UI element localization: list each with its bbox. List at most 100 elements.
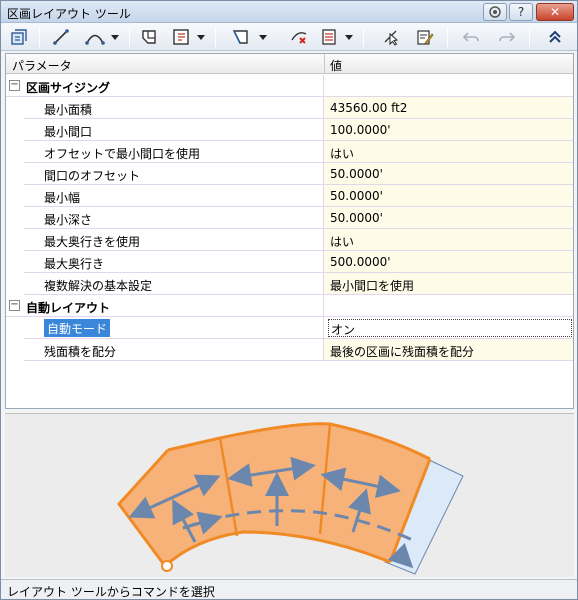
property-value-cell[interactable]: はい <box>324 141 573 163</box>
group-row-auto-layout[interactable]: − 自動レイアウト <box>6 295 573 317</box>
property-name: オフセットで最小間口を使用 <box>44 147 201 161</box>
property-name-cell: 最大奥行き <box>24 251 324 273</box>
property-value[interactable]: 最後の区画に残面積を配分 <box>330 343 474 360</box>
property-value[interactable]: オン <box>331 321 355 338</box>
property-value[interactable]: はい <box>330 233 354 250</box>
property-row[interactable]: 残面積を配分 最後の区画に残面積を配分 <box>6 339 573 361</box>
property-row[interactable]: 最小幅 50.0000' <box>6 185 573 207</box>
draw-line-button[interactable] <box>51 26 71 48</box>
property-name-cell: 最大奥行きを使用 <box>24 229 324 251</box>
property-value-cell[interactable]: 500.0000' <box>324 251 573 273</box>
lot-layout-tool-window: 区画レイアウト ツール ? ✕ パラメータ 値 − 区画サイジング 最小面積 4… <box>0 0 578 600</box>
chevron-down-icon <box>345 35 353 40</box>
group-value-cell <box>324 75 573 97</box>
parameter-grid: パラメータ 値 − 区画サイジング 最小面積 43560.00 ft2 最小間口… <box>5 53 574 409</box>
property-value-cell[interactable]: はい <box>324 229 573 251</box>
window-title: 区画レイアウト ツール <box>7 7 131 21</box>
property-value-cell[interactable]: 50.0000' <box>324 207 573 229</box>
toolbar <box>1 23 577 51</box>
property-value-cell[interactable]: 100.0000' <box>324 119 573 141</box>
property-value-cell[interactable]: 50.0000' <box>324 185 573 207</box>
property-name: 最大奥行きを使用 <box>44 235 141 249</box>
property-row[interactable]: 最大奥行きを使用 はい <box>6 229 573 251</box>
help-icon: ? <box>517 5 525 19</box>
lot-layout-button[interactable] <box>9 26 29 48</box>
property-value[interactable]: 50.0000' <box>330 167 383 181</box>
property-name: 最小面積 <box>44 103 93 117</box>
property-value[interactable]: 100.0000' <box>330 123 391 137</box>
close-icon: ✕ <box>549 5 561 19</box>
property-value-cell[interactable]: 43560.00 ft2 <box>324 97 573 119</box>
property-value[interactable]: 50.0000' <box>330 189 383 203</box>
property-name: 最小間口 <box>44 125 93 139</box>
property-row[interactable]: 最小深さ 50.0000' <box>6 207 573 229</box>
select-lot-button[interactable] <box>381 26 401 48</box>
delete-sublot-icon <box>291 32 307 44</box>
property-value[interactable]: 500.0000' <box>330 255 391 269</box>
split-lot-button[interactable] <box>171 26 191 48</box>
property-name: 最小幅 <box>44 191 81 205</box>
property-value[interactable]: はい <box>330 145 354 162</box>
property-value-cell[interactable]: 最後の区画に残面積を配分 <box>324 339 573 361</box>
arc-icon <box>85 34 105 45</box>
redo-icon <box>499 32 516 42</box>
collapse-button[interactable] <box>545 26 565 48</box>
draw-arc-button[interactable] <box>85 26 105 48</box>
property-name: 間口のオフセット <box>44 169 141 183</box>
title-bar: 区画レイアウト ツール ? ✕ <box>1 1 577 23</box>
close-button[interactable]: ✕ <box>536 3 574 21</box>
lot-table-button[interactable] <box>319 26 339 48</box>
edit-lot-button[interactable] <box>415 26 435 48</box>
chevron-down-icon <box>197 35 205 40</box>
column-header-parameter[interactable]: パラメータ <box>12 57 72 74</box>
property-name-cell: オフセットで最小間口を使用 <box>24 141 324 163</box>
chevron-down-icon <box>111 35 119 40</box>
group-value-cell <box>324 295 573 317</box>
pin-button[interactable] <box>483 3 507 21</box>
split-dropdown[interactable] <box>195 26 207 48</box>
arc-dropdown[interactable] <box>109 26 121 48</box>
property-row[interactable]: 間口のオフセット 50.0000' <box>6 163 573 185</box>
property-value-cell[interactable]: オン <box>324 317 573 339</box>
chevron-down-icon <box>259 35 267 40</box>
frontage-icon <box>232 30 248 44</box>
delete-sublot-button[interactable] <box>289 26 309 48</box>
undo-button[interactable] <box>461 26 481 48</box>
select-lot-icon <box>384 30 399 46</box>
property-name: 最小深さ <box>44 213 93 227</box>
column-header-value[interactable]: 値 <box>330 57 342 74</box>
frontage-dropdown[interactable] <box>257 26 269 48</box>
property-value-cell[interactable]: 50.0000' <box>324 163 573 185</box>
toolbar-separator <box>363 27 364 47</box>
property-row[interactable]: オフセットで最小間口を使用 はい <box>6 141 573 163</box>
value-focus-box[interactable]: オン <box>328 319 572 337</box>
polygon-lot-button[interactable] <box>139 26 159 48</box>
collapse-expander-icon[interactable]: − <box>9 300 20 311</box>
property-value[interactable]: 最小間口を使用 <box>330 277 414 294</box>
property-name-selected: 自動モード <box>44 319 111 337</box>
lot-split-icon <box>173 29 189 45</box>
property-row[interactable]: 最小間口 100.0000' <box>6 119 573 141</box>
property-name-cell: 自動モード <box>24 317 324 339</box>
lot-fill <box>119 423 430 566</box>
property-value[interactable]: 50.0000' <box>330 211 383 225</box>
group-label: 区画サイジング <box>26 81 111 95</box>
property-row[interactable]: 最小面積 43560.00 ft2 <box>6 97 573 119</box>
redo-button[interactable] <box>497 26 517 48</box>
toolbar-separator <box>129 27 130 47</box>
collapse-expander-icon[interactable]: − <box>9 80 20 91</box>
help-button[interactable]: ? <box>509 3 533 21</box>
lot-layout-preview-image <box>117 422 464 575</box>
property-row[interactable]: 複数解決の基本設定 最小間口を使用 <box>6 273 573 295</box>
pin-icon <box>489 6 501 18</box>
frontage-button[interactable] <box>231 26 251 48</box>
property-row[interactable]: 最大奥行き 500.0000' <box>6 251 573 273</box>
preview-panel <box>5 413 574 577</box>
property-value-cell[interactable]: 最小間口を使用 <box>324 273 573 295</box>
column-divider[interactable] <box>324 54 325 74</box>
lot-table-dropdown[interactable] <box>343 26 355 48</box>
property-row-selected[interactable]: 自動モード オン <box>6 317 573 339</box>
edit-lot-icon <box>417 30 434 45</box>
property-value[interactable]: 43560.00 ft2 <box>330 101 407 115</box>
group-row-sizing[interactable]: − 区画サイジング <box>6 75 573 97</box>
